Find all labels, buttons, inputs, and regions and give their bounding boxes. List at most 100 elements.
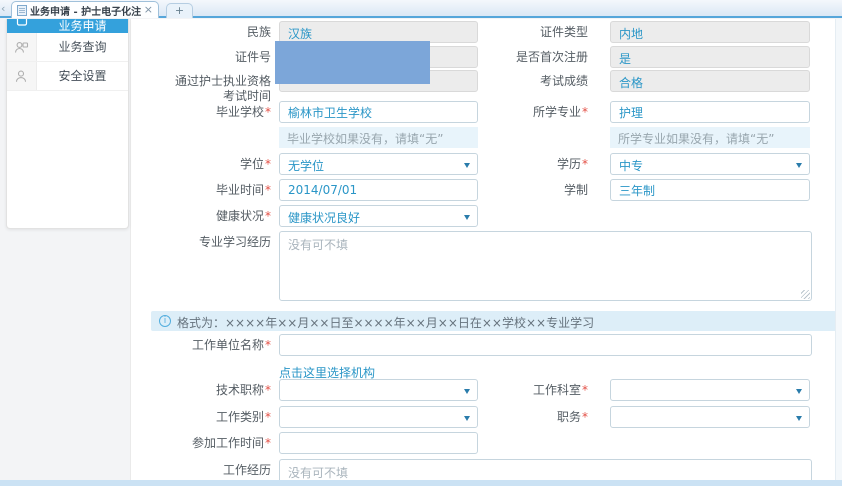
- field-label: 技术职称*: [131, 379, 271, 398]
- sidebar: 业务申请 业务查询 安全设置: [6, 19, 129, 229]
- field-label: 民族: [131, 21, 271, 40]
- spacer: [131, 360, 271, 364]
- new-tab-button[interactable]: +: [166, 3, 193, 18]
- horizontal-scrollbar[interactable]: [0, 480, 842, 486]
- chevron-down-icon: [464, 163, 470, 171]
- field-label: 考试成绩: [478, 70, 610, 89]
- field-label: 职务*: [478, 406, 610, 425]
- required-star: *: [265, 183, 271, 197]
- field-label: 学制: [478, 179, 610, 198]
- field-label: 毕业时间*: [131, 179, 271, 198]
- required-star: *: [265, 436, 271, 450]
- field-label: 证件号: [131, 46, 271, 65]
- form-row: 毕业学校* 所学专业*: [131, 101, 835, 123]
- education-select[interactable]: 中专: [610, 153, 810, 175]
- ethnicity-field: 汉族: [279, 21, 478, 43]
- field-label: 工作类别*: [131, 406, 271, 425]
- tab-bar: ‹ 业务申请 - 护士电子化注 × +: [0, 0, 842, 18]
- tab-scroll-left-icon[interactable]: ‹: [1, 2, 5, 15]
- form-panel: 民族 汉族 证件类型 内地 证件号 是否首次注册 是 通过护士执业资格 考试时间…: [130, 19, 835, 481]
- sidebar-item-label: 业务申请: [37, 19, 128, 33]
- form-row: 工作经历: [131, 459, 835, 481]
- required-star: *: [582, 105, 588, 119]
- tab-title: 业务申请 - 护士电子化注: [30, 3, 141, 18]
- spacer: [478, 127, 610, 131]
- sidebar-item-label: 安全设置: [37, 62, 128, 90]
- chevron-down-icon: [796, 389, 802, 397]
- tab-favicon-icon: [17, 5, 27, 16]
- health-select[interactable]: 健康状况良好: [279, 205, 478, 227]
- field-label: 所学专业*: [478, 101, 610, 120]
- field-label: 专业学习经历: [131, 231, 271, 250]
- form-row: 学位* 无学位 学历* 中专: [131, 153, 835, 175]
- format-hint-bar: i 格式为：××××年××月××日至××××年××月××日在××学校××专业学习: [151, 311, 835, 331]
- work-dept-select[interactable]: [610, 379, 810, 401]
- work-experience-textarea[interactable]: [279, 459, 812, 481]
- info-icon: i: [159, 315, 171, 327]
- sidebar-item-business-query[interactable]: 业务查询: [7, 33, 128, 62]
- tech-title-select[interactable]: [279, 379, 478, 401]
- spacer: [131, 127, 271, 131]
- position-select[interactable]: [610, 406, 810, 428]
- exam-result-field: 合格: [610, 70, 810, 92]
- form-row: 专业学习经历: [131, 231, 835, 301]
- form-row: 技术职称* 工作科室*: [131, 379, 835, 401]
- first-registration-field: 是: [610, 46, 810, 68]
- chevron-down-icon: [464, 389, 470, 397]
- field-label: 证件类型: [478, 21, 610, 40]
- required-star: *: [582, 410, 588, 424]
- form-row: 毕业时间* 学制: [131, 179, 835, 201]
- redaction-overlay: [275, 41, 430, 84]
- field-label: 毕业学校*: [131, 101, 271, 120]
- id-type-field: 内地: [610, 21, 810, 43]
- school-input[interactable]: [279, 101, 478, 123]
- form-row: 工作类别* 职务*: [131, 406, 835, 428]
- form-row: 民族 汉族 证件类型 内地: [131, 21, 835, 43]
- study-experience-textarea[interactable]: [279, 231, 812, 301]
- chevron-down-icon: [464, 416, 470, 424]
- chevron-down-icon: [796, 416, 802, 424]
- required-star: *: [582, 157, 588, 171]
- form-row: 通过护士执业资格 考试时间 考试成绩 合格: [131, 70, 835, 104]
- form-row: 证件号 是否首次注册 是: [131, 46, 835, 68]
- field-label: 工作科室*: [478, 379, 610, 398]
- field-label: 参加工作时间*: [131, 432, 271, 451]
- form-row: 毕业学校如果没有，请填“无” 所学专业如果没有，请填“无”: [131, 127, 835, 148]
- required-star: *: [265, 383, 271, 397]
- required-star: *: [265, 410, 271, 424]
- chevron-down-icon: [796, 163, 802, 171]
- field-label: 工作经历: [131, 459, 271, 478]
- school-helper-note: 毕业学校如果没有，请填“无”: [279, 127, 478, 148]
- tab-close-icon[interactable]: ×: [144, 5, 153, 15]
- required-star: *: [265, 105, 271, 119]
- select-organization-link[interactable]: 点击这里选择机构: [279, 366, 375, 380]
- person-icon: [7, 62, 37, 90]
- work-unit-input[interactable]: [279, 334, 812, 356]
- browser-tab[interactable]: 业务申请 - 护士电子化注 ×: [11, 1, 159, 18]
- schooling-system-input[interactable]: [610, 179, 810, 201]
- required-star: *: [265, 157, 271, 171]
- work-category-select[interactable]: [279, 406, 478, 428]
- sidebar-item-security-settings[interactable]: 安全设置: [7, 62, 128, 91]
- required-star: *: [265, 209, 271, 223]
- resize-handle[interactable]: [801, 290, 810, 299]
- sidebar-item-business-apply[interactable]: 业务申请: [7, 19, 128, 33]
- field-label: 学历*: [478, 153, 610, 172]
- required-star: *: [265, 338, 271, 352]
- field-label: 工作单位名称*: [131, 334, 271, 353]
- field-label: 学位*: [131, 153, 271, 172]
- major-input[interactable]: [610, 101, 810, 123]
- chevron-down-icon: [464, 215, 470, 223]
- major-helper-note: 所学专业如果没有，请填“无”: [610, 127, 810, 148]
- sidebar-item-label: 业务查询: [37, 33, 128, 61]
- form-row: 健康状况* 健康状况良好: [131, 205, 835, 227]
- field-label: 通过护士执业资格 考试时间: [131, 70, 271, 104]
- vertical-scrollbar[interactable]: [835, 19, 842, 480]
- work-start-input[interactable]: [279, 432, 478, 454]
- field-label: 健康状况*: [131, 205, 271, 224]
- form-row: 工作单位名称*: [131, 334, 835, 356]
- form-row: 参加工作时间*: [131, 432, 835, 454]
- degree-select[interactable]: 无学位: [279, 153, 478, 175]
- field-label: 是否首次注册: [478, 46, 610, 65]
- graduation-time-input[interactable]: [279, 179, 478, 201]
